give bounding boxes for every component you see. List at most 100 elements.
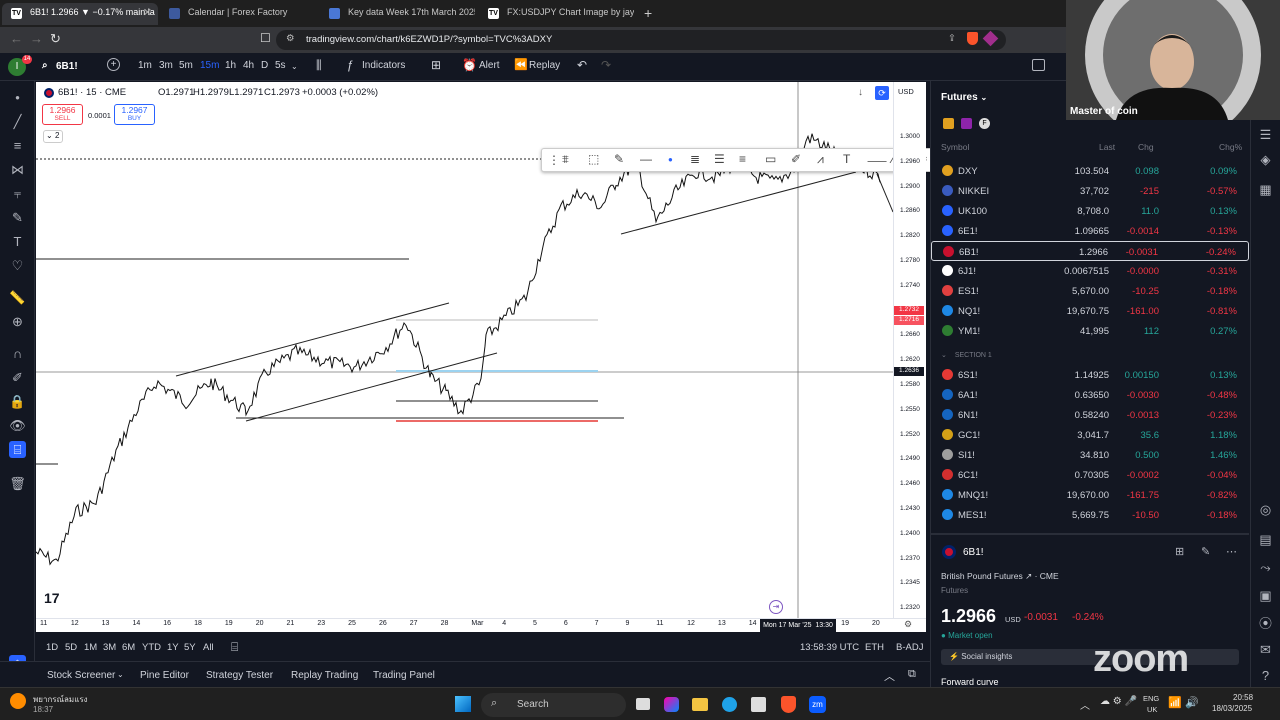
path-tool-icon[interactable]: ⩘ xyxy=(817,152,824,167)
interval-1h[interactable]: 1h xyxy=(225,60,236,71)
start-icon[interactable] xyxy=(455,696,471,712)
sell-button[interactable]: 1.2966 SELL xyxy=(42,104,83,125)
alert-button[interactable]: Alert xyxy=(479,60,500,71)
adjustment-toggle[interactable]: B-ADJ xyxy=(896,642,923,653)
trend-tool-icon[interactable]: ⩨ xyxy=(562,152,569,167)
currency-select[interactable]: USD xyxy=(898,87,914,96)
trendline-icon[interactable]: ╱ xyxy=(9,113,26,130)
lock-drawing-icon[interactable]: ✐ xyxy=(9,369,26,386)
list-icon-1[interactable] xyxy=(943,118,954,129)
list-tool-icon[interactable]: ≡ xyxy=(739,152,746,166)
alert-icon[interactable]: ⏰ xyxy=(462,58,477,72)
interval-3m[interactable]: 3m xyxy=(159,60,173,71)
range-all[interactable]: All xyxy=(203,642,214,653)
range-ytd[interactable]: YTD xyxy=(142,642,161,653)
header-last[interactable]: Last xyxy=(1099,142,1115,152)
weather-icon[interactable] xyxy=(10,693,26,709)
forward-icon[interactable]: → xyxy=(30,31,43,46)
range-5y[interactable]: 5Y xyxy=(184,642,196,653)
task-view-icon[interactable] xyxy=(636,698,650,710)
layers-icon[interactable]: ◈ xyxy=(1257,151,1274,168)
collapse-icon[interactable]: ︿ xyxy=(884,668,895,684)
zoom-in-icon[interactable]: ⊕ xyxy=(9,313,26,330)
social-insights-button[interactable]: ⚡ Social insights xyxy=(941,649,1239,665)
rectangle-tool-icon[interactable]: ⬚ xyxy=(588,152,599,166)
text-tool-icon[interactable]: T xyxy=(843,152,850,166)
indicators-toggle[interactable]: ⌄ 2 xyxy=(43,130,63,143)
watchlist-row-mes1[interactable]: MES1! 5,669.75 -10.50 -0.18% xyxy=(931,505,1249,525)
brave-icon[interactable] xyxy=(781,696,796,713)
lock-icon[interactable]: 🔒 xyxy=(9,393,26,410)
share-icon[interactable]: ⇪ xyxy=(948,33,956,44)
heart-icon[interactable]: ♡ xyxy=(9,257,26,274)
panel-icon[interactable]: ▤ xyxy=(1257,531,1274,548)
interval-1m[interactable]: 1m xyxy=(138,60,152,71)
taskbar-search[interactable]: ⌕ Search xyxy=(481,693,626,717)
chart-type-icon[interactable]: ⫼ xyxy=(316,58,322,73)
watchlist-row-6j1[interactable]: 6J1! 0.0067515 -0.0000 -0.31% xyxy=(931,261,1249,281)
chevron-down-icon[interactable]: ⌄ xyxy=(291,62,298,71)
chart-pane[interactable]: 6B1! · 15 · CME O1.2971 H1.2979 L1.2971 … xyxy=(36,82,966,632)
file-explorer-icon[interactable] xyxy=(692,698,708,711)
drag-handle-icon[interactable]: ⋮ xyxy=(548,153,560,167)
range-1d[interactable]: 1D xyxy=(46,642,58,653)
range-1m[interactable]: 1M xyxy=(84,642,97,653)
edit-icon[interactable]: ✎ xyxy=(1201,545,1210,558)
symbol-search[interactable]: ⌕ 6B1! xyxy=(36,57,102,77)
browser-tab-usdjpy[interactable]: TV FX:USDJPY Chart Image by jayarya2 xyxy=(479,3,634,25)
brave-rewards-icon[interactable] xyxy=(982,30,999,47)
watchlist-row-6e1[interactable]: 6E1! 1.09665 -0.0014 -0.13% xyxy=(931,221,1249,241)
ruler-icon[interactable]: 📏 xyxy=(9,289,26,306)
detail-name[interactable]: British Pound Futures xyxy=(941,571,1023,581)
hline-tool-icon[interactable]: ⸺ xyxy=(867,152,887,169)
session-toggle[interactable]: ETH xyxy=(865,642,884,653)
interval-5m[interactable]: 5m xyxy=(179,60,193,71)
dot-tool-icon[interactable]: ● xyxy=(668,155,673,164)
lang-1[interactable]: ENG xyxy=(1143,694,1159,703)
header-chg[interactable]: Chg xyxy=(1138,142,1154,152)
tab-strategy-tester[interactable]: Strategy Tester xyxy=(206,670,273,681)
fib-icon[interactable]: ≡ xyxy=(9,137,26,154)
tab-stock-screener[interactable]: Stock Screener xyxy=(47,670,115,681)
time-scale[interactable]: 11 12 13 14 16 18 19 20 21 23 25 26 27 28 Mar 4 5 6 7 9 11 12… xyxy=(36,618,926,632)
copilot-icon[interactable] xyxy=(664,697,679,712)
redo-icon[interactable]: ↷ xyxy=(601,58,611,72)
zoom-app-icon[interactable]: zm xyxy=(809,696,826,713)
bookmark-icon[interactable]: ☐ xyxy=(260,31,271,45)
watchlist-row-dxy[interactable]: DXY 103.504 0.098 0.09% xyxy=(931,161,1249,181)
close-icon[interactable]: ✕ xyxy=(143,6,152,19)
list-icon-2[interactable] xyxy=(961,118,972,129)
eye-icon[interactable]: 👁 xyxy=(9,417,26,434)
undo-icon[interactable]: ↶ xyxy=(577,58,587,72)
object-tree-icon[interactable]: ⌸ xyxy=(9,441,26,458)
header-symbol[interactable]: Symbol xyxy=(941,142,969,152)
header-chg-pct[interactable]: Chg% xyxy=(1219,142,1242,152)
store-icon[interactable] xyxy=(751,697,766,712)
line-tool-icon[interactable]: — xyxy=(640,152,652,166)
lang-2[interactable]: UK xyxy=(1147,705,1157,714)
compare-add-icon[interactable]: + xyxy=(107,58,120,71)
date[interactable]: 18/03/2025 xyxy=(1212,704,1252,713)
price-scale[interactable]: USD 1.3000 1.2960 1.2900 1.2860 1.2820 1.2780… xyxy=(893,82,926,661)
watchlist-row-si1[interactable]: SI1! 34.810 0.500 1.46% xyxy=(931,445,1249,465)
clock[interactable]: 20:58 xyxy=(1233,693,1253,702)
parallel-channel-icon[interactable]: ≣ xyxy=(690,152,700,166)
chevron-down-icon[interactable]: ⌄ xyxy=(117,670,124,679)
watchlist-row-6s1[interactable]: 6S1! 1.14925 0.00150 0.13% xyxy=(931,365,1249,385)
reload-icon[interactable]: ↻ xyxy=(50,31,61,47)
utc-clock[interactable]: 13:58:39 UTC xyxy=(800,642,859,653)
watchlist-row-nikkei[interactable]: NIKKEI 37,702 -215 -0.57% xyxy=(931,181,1249,201)
grid-icon[interactable]: ⊞ xyxy=(1175,545,1184,558)
replay-icon[interactable]: ⏪ xyxy=(514,58,528,71)
interval-5s[interactable]: 5s xyxy=(275,60,286,71)
watchlist-row-es1[interactable]: ES1! 5,670.00 -10.25 -0.18% xyxy=(931,281,1249,301)
indicators-button[interactable]: Indicators xyxy=(362,60,405,71)
range-1y[interactable]: 1Y xyxy=(167,642,179,653)
text-icon[interactable]: T xyxy=(9,233,26,250)
news-icon[interactable]: ▣ xyxy=(1257,587,1274,604)
pattern-icon[interactable]: ⋈ xyxy=(9,161,26,178)
watchlist-icon[interactable]: ☰ xyxy=(1257,126,1274,143)
interval-15m[interactable]: 15m xyxy=(200,60,219,71)
help-icon[interactable]: ? xyxy=(1257,667,1274,684)
watchlist-title[interactable]: Futures ⌄ xyxy=(941,92,987,103)
